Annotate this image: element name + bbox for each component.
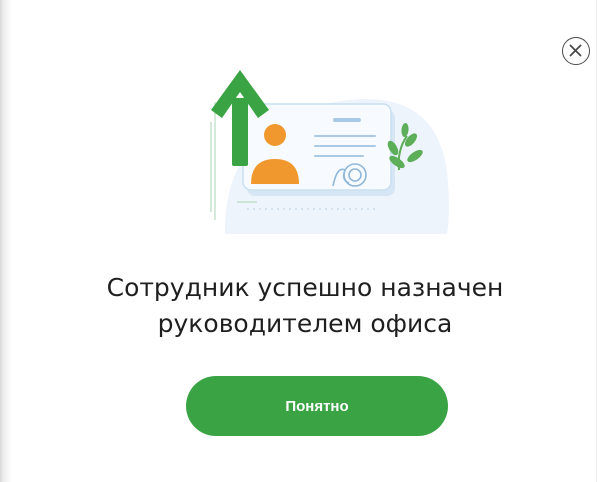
- success-message: Сотрудник успешно назначен руководителем…: [20, 270, 590, 342]
- ok-button[interactable]: Понятно: [186, 376, 448, 436]
- close-icon: [569, 44, 582, 57]
- dialog-left-shadow: [0, 0, 12, 482]
- success-message-line-2: руководителем офиса: [157, 309, 453, 338]
- promotion-illustration: [210, 70, 449, 234]
- success-message-line-1: Сотрудник успешно назначен: [106, 273, 504, 302]
- close-button[interactable]: [562, 37, 590, 65]
- success-dialog: Сотрудник успешно назначен руководителем…: [0, 0, 597, 482]
